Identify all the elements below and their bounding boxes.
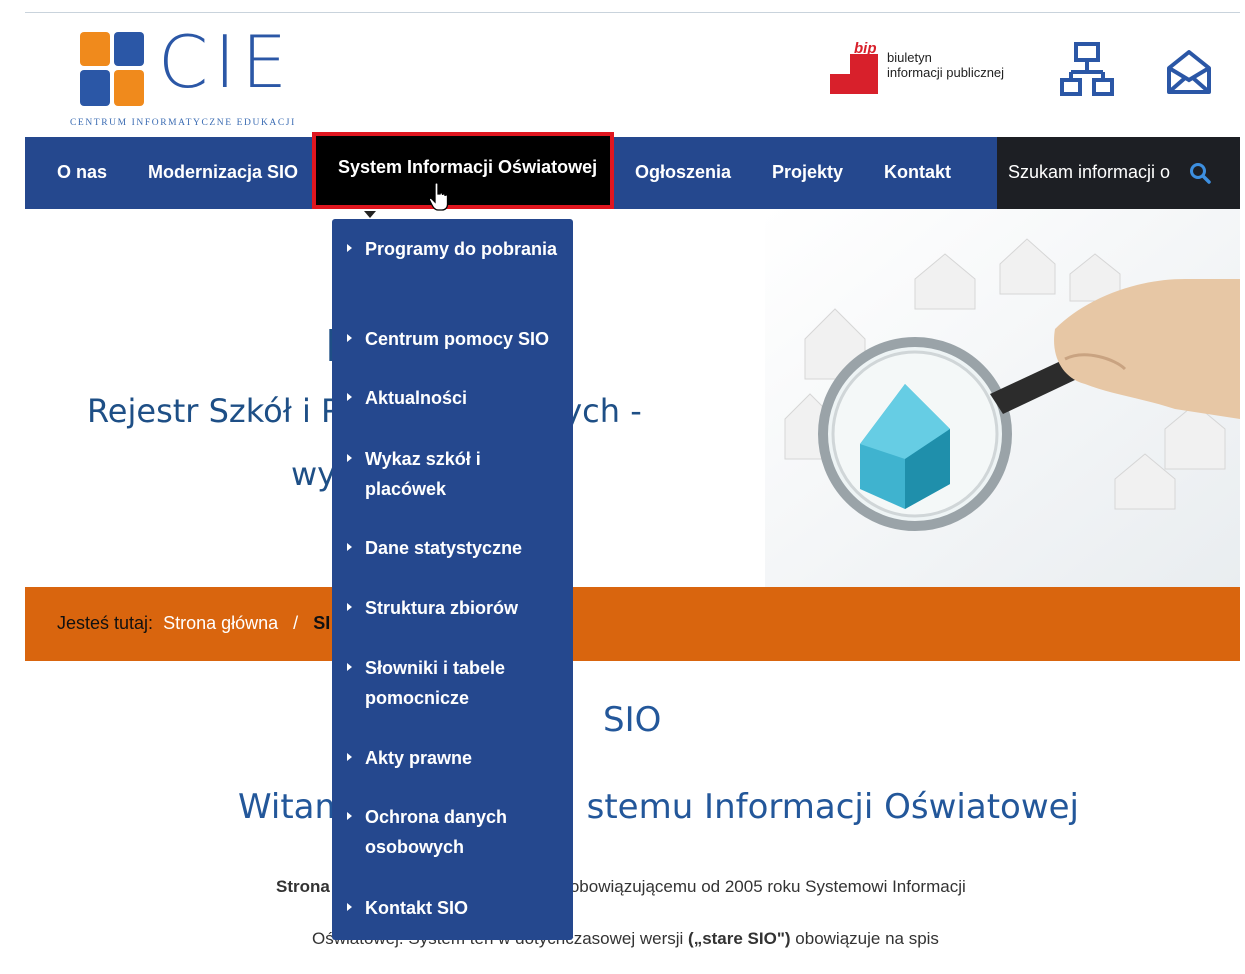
caret-right-icon xyxy=(347,244,352,252)
dropdown-item-label: Słowniki i tabele pomocnicze xyxy=(365,658,506,708)
dropdown-item-struktura-zbiorow[interactable]: Struktura zbiorów xyxy=(332,593,573,623)
para1-left: Strona xyxy=(276,877,330,896)
logo-squares-icon xyxy=(80,32,144,106)
para2-bold: („stare SIO") xyxy=(688,929,791,948)
caret-right-icon xyxy=(347,903,352,911)
nav-item-projekty[interactable]: Projekty xyxy=(772,137,843,209)
bip-link[interactable]: bip biuletyn informacji publicznej xyxy=(830,40,1030,100)
bip-text: biuletyn informacji publicznej xyxy=(887,50,1004,80)
cie-logo[interactable]: CIE CENTRUM INFORMATYCZNE EDUKACJI xyxy=(70,20,370,135)
nav-item-o-nas[interactable]: O nas xyxy=(57,137,107,209)
bip-line1: biuletyn xyxy=(887,50,932,65)
hero-subtitle-line2: wy xyxy=(291,455,337,493)
caret-right-icon xyxy=(347,812,352,820)
sio-dropdown-menu: Programy do pobrania Centrum pomocy SIO … xyxy=(332,219,573,940)
dropdown-caret xyxy=(364,211,376,218)
caret-right-icon xyxy=(347,753,352,761)
bip-line2: informacji publicznej xyxy=(887,65,1005,80)
caret-right-icon xyxy=(347,334,352,342)
breadcrumb-prefix: Jesteś tutaj: xyxy=(57,613,154,633)
welcome-right: stemu Informacji Oświatowej xyxy=(586,787,1079,827)
mail-icon[interactable] xyxy=(1165,48,1213,96)
search-box[interactable]: Szukam informacji o xyxy=(997,137,1240,209)
dropdown-item-label: Aktualności xyxy=(365,388,468,408)
caret-right-icon xyxy=(347,603,352,611)
search-input[interactable]: Szukam informacji o xyxy=(1008,162,1170,183)
breadcrumb-current: SI xyxy=(313,613,331,633)
nav-item-ogloszenia[interactable]: Ogłoszenia xyxy=(635,137,731,209)
main-navbar: O nas Modernizacja SIO System Informacji… xyxy=(25,132,1240,209)
nav-item-system-informacji-oswiatowej[interactable]: System Informacji Oświatowej xyxy=(312,132,614,209)
dropdown-item-label: Struktura zbiorów xyxy=(365,598,519,618)
dropdown-item-slowniki-i-tabele[interactable]: Słowniki i tabele pomocnicze xyxy=(332,653,573,713)
sitemap-icon[interactable] xyxy=(1058,40,1116,100)
para2-post: obowiązuje na spis xyxy=(790,929,939,948)
dropdown-item-kontakt-sio[interactable]: Kontakt SIO xyxy=(332,893,573,923)
dropdown-item-ochrona-danych[interactable]: Ochrona danych osobowych xyxy=(332,802,573,862)
caret-right-icon xyxy=(347,663,352,671)
hand-cursor-icon xyxy=(428,182,449,211)
breadcrumb-home-link[interactable]: Strona główna xyxy=(163,613,278,633)
caret-right-icon xyxy=(347,543,352,551)
dropdown-item-dane-statystyczne[interactable]: Dane statystyczne xyxy=(332,533,573,563)
nav-item-modernizacja-sio[interactable]: Modernizacja SIO xyxy=(148,137,298,209)
dropdown-item-akty-prawne[interactable]: Akty prawne xyxy=(332,743,573,773)
caret-right-icon xyxy=(347,393,352,401)
dropdown-item-aktualnosci[interactable]: Aktualności xyxy=(332,383,573,413)
dropdown-item-label: Programy do pobrania xyxy=(365,239,558,259)
logo-text: CIE xyxy=(158,20,293,104)
dropdown-item-label: Kontakt SIO xyxy=(365,898,469,918)
logo-subtitle: CENTRUM INFORMATYCZNE EDUKACJI xyxy=(70,118,296,128)
dropdown-item-programy-do-pobrania[interactable]: Programy do pobrania xyxy=(332,234,573,294)
nav-item-kontakt[interactable]: Kontakt xyxy=(884,137,951,209)
breadcrumb-bar: Jesteś tutaj: Strona główna / SI xyxy=(25,587,1240,661)
dropdown-item-label: Centrum pomocy SIO xyxy=(365,329,550,349)
magnifier-houses-image xyxy=(765,209,1240,587)
search-icon[interactable] xyxy=(1189,162,1211,184)
page-title: SIO xyxy=(603,700,662,740)
dropdown-item-label: Ochrona danych osobowych xyxy=(365,807,508,857)
dropdown-item-centrum-pomocy-sio[interactable]: Centrum pomocy SIO xyxy=(332,324,573,354)
breadcrumb-separator: / xyxy=(293,613,299,633)
dropdown-item-wykaz-szkol-i-placowek[interactable]: Wykaz szkół i placówek xyxy=(332,444,573,504)
bip-word: bip xyxy=(854,40,877,57)
dropdown-item-label: Akty prawne xyxy=(365,748,473,768)
dropdown-item-label: Dane statystyczne xyxy=(365,538,523,558)
top-divider xyxy=(25,12,1240,13)
breadcrumb: Jesteś tutaj: Strona główna / SI xyxy=(57,613,330,634)
dropdown-item-label: Wykaz szkół i placówek xyxy=(365,449,481,499)
hero-line1-left: Rejestr Szkół i P xyxy=(87,392,341,430)
para1-right: obowiązującemu od 2005 roku Systemowi In… xyxy=(569,877,966,896)
bip-flag-icon xyxy=(830,54,878,94)
hero-banner: R Rejestr Szkół i Patowych - wy xyxy=(25,209,1240,587)
caret-right-icon xyxy=(347,454,352,462)
